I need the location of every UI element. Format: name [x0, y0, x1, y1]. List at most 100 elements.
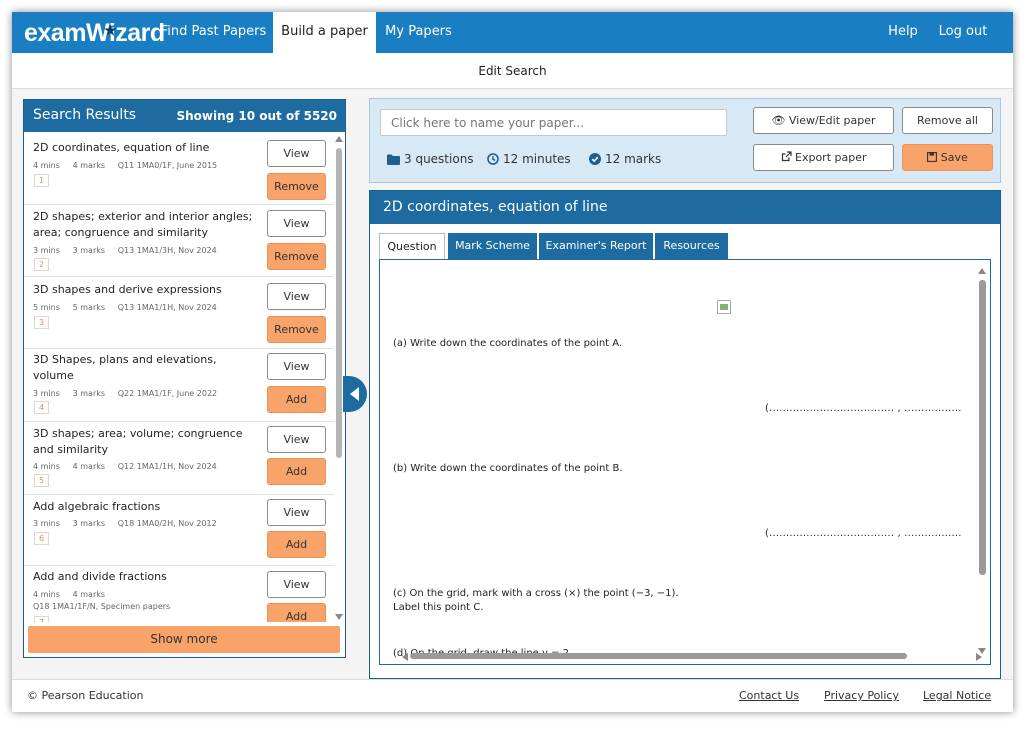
folder-icon	[387, 154, 400, 168]
question-vertical-scrollbar[interactable]	[978, 266, 987, 654]
marks-stat: 12 marks	[589, 152, 661, 168]
result-marks: 4 marks	[72, 590, 106, 599]
tab-examiners-report[interactable]: Examiner's Report	[539, 233, 653, 259]
results-list: 2D coordinates, equation of line 4 mins …	[24, 132, 334, 622]
question-panel: 2D coordinates, equation of line Questio…	[369, 190, 1001, 679]
show-more-button[interactable]: Show more	[28, 626, 340, 653]
result-marks: 3 marks	[72, 519, 106, 528]
list-item: Add algebraic fractions 3 mins 3 marks Q…	[24, 495, 334, 566]
copyright: © Pearson Education	[27, 689, 144, 702]
paper-name-input[interactable]	[380, 109, 727, 136]
list-item: 3D shapes; area; volume; congruence and …	[24, 422, 334, 495]
list-item: Add and divide fractions 4 mins 4 marks …	[24, 566, 334, 622]
scroll-right-arrow-icon[interactable]	[976, 653, 982, 661]
result-mins: 4 mins	[33, 161, 60, 170]
results-scrollbar[interactable]	[335, 134, 343, 620]
result-ref: Q13 1MA1/1H, Nov 2024	[117, 303, 217, 312]
add-button[interactable]: Add	[267, 458, 326, 485]
export-paper-button[interactable]: Export paper	[753, 144, 894, 171]
edit-search-link[interactable]: Edit Search	[12, 53, 1013, 89]
view-button[interactable]: View	[267, 426, 326, 453]
examwizard-logo[interactable]: examWizard ★	[24, 18, 165, 48]
scrollbar-thumb[interactable]	[410, 653, 907, 659]
add-button[interactable]: Add	[267, 603, 326, 622]
result-marks: 3 marks	[72, 246, 106, 255]
check-circle-icon	[589, 153, 601, 168]
result-number-badge: 4	[34, 401, 49, 414]
add-button[interactable]: Add	[267, 386, 326, 413]
tab-resources[interactable]: Resources	[655, 233, 728, 259]
view-button[interactable]: View	[267, 571, 326, 598]
nav-build-a-paper[interactable]: Build a paper	[273, 12, 376, 53]
remove-button[interactable]: Remove	[267, 243, 326, 270]
tab-mark-scheme[interactable]: Mark Scheme	[448, 233, 537, 259]
minutes-stat: 12 minutes	[487, 152, 571, 168]
nav-help[interactable]: Help	[878, 12, 928, 53]
marks-total: 12 marks	[605, 152, 662, 166]
question-content: (a) Write down the coordinates of the po…	[379, 259, 991, 665]
view-button[interactable]: View	[267, 210, 326, 237]
scrollbar-thumb[interactable]	[979, 280, 986, 575]
list-item: 2D shapes; exterior and interior angles;…	[24, 205, 334, 277]
question-title: 2D coordinates, equation of line	[370, 191, 1000, 224]
broken-image-icon	[717, 300, 731, 314]
nav-log-out[interactable]: Log out	[928, 12, 998, 53]
scroll-down-arrow-icon[interactable]	[335, 614, 343, 620]
nav-my-papers[interactable]: My Papers	[376, 12, 461, 53]
result-ref: Q18 1MA1/1F/N, Specimen papers	[33, 602, 171, 611]
app-window: examWizard ★ Find Past Papers Build a pa…	[12, 12, 1013, 712]
scroll-up-arrow-icon[interactable]	[335, 136, 343, 142]
list-item: 2D coordinates, equation of line 4 mins …	[24, 132, 334, 205]
result-meta: 3 mins 3 marks Q18 1MA0/2H, Nov 2012	[33, 519, 217, 528]
result-mins: 5 mins	[33, 303, 60, 312]
remove-all-button[interactable]: Remove all	[902, 107, 993, 134]
save-button[interactable]: Save	[902, 144, 993, 171]
question-part-c-label: Label this point C.	[393, 602, 484, 613]
view-button[interactable]: View	[267, 353, 326, 380]
result-number-badge: 1	[34, 174, 49, 187]
search-results-title: Search Results	[33, 107, 137, 123]
tab-question[interactable]: Question	[379, 233, 445, 260]
clock-icon	[487, 153, 499, 168]
question-horizontal-scrollbar[interactable]	[402, 652, 982, 661]
view-button[interactable]: View	[267, 499, 326, 526]
list-item: 3D Shapes, plans and elevations, volume …	[24, 349, 334, 422]
export-label: Export paper	[795, 151, 867, 164]
result-marks: 3 marks	[72, 389, 106, 398]
scroll-left-arrow-icon[interactable]	[402, 653, 408, 661]
footer: © Pearson Education Contact Us Privacy P…	[12, 679, 1013, 712]
scrollbar-thumb[interactable]	[336, 148, 342, 458]
result-title: Add and divide fractions	[33, 570, 167, 583]
answer-line-a: (..................................... ,…	[765, 403, 962, 414]
nav-find-past-papers[interactable]: Find Past Papers	[152, 12, 275, 53]
result-ref: Q22 1MA1/1F, June 2022	[117, 389, 218, 398]
result-meta: 4 mins 4 marks	[33, 590, 105, 599]
result-number-badge: 7	[34, 616, 49, 622]
star-icon: ★	[104, 22, 117, 38]
external-link-icon	[781, 151, 796, 164]
result-ref: Q18 1MA0/2H, Nov 2012	[117, 519, 217, 528]
result-meta: 5 mins 5 marks Q13 1MA1/1H, Nov 2024	[33, 303, 217, 312]
view-edit-paper-button[interactable]: 👁 View/Edit paper	[753, 107, 894, 134]
view-button[interactable]: View	[267, 140, 326, 167]
search-results-panel: Search Results Showing 10 out of 5520 2D…	[23, 99, 346, 658]
result-marks: 4 marks	[72, 161, 106, 170]
result-title: 3D shapes and derive expressions	[33, 283, 222, 296]
list-item: 3D shapes and derive expressions 5 mins …	[24, 277, 334, 349]
question-part-b: (b) Write down the coordinates of the po…	[393, 463, 623, 474]
remove-button[interactable]: Remove	[267, 173, 326, 200]
legal-notice-link[interactable]: Legal Notice	[923, 689, 991, 702]
result-meta: 3 mins 3 marks Q22 1MA1/1F, June 2022	[33, 389, 217, 398]
result-ref: Q13 1MA1/3H, Nov 2024	[117, 246, 217, 255]
remove-button[interactable]: Remove	[267, 316, 326, 343]
result-number-badge: 2	[34, 258, 49, 271]
privacy-policy-link[interactable]: Privacy Policy	[824, 689, 899, 702]
add-button[interactable]: Add	[267, 531, 326, 558]
scroll-up-arrow-icon[interactable]	[978, 268, 986, 274]
questions-stat: 3 questions	[387, 152, 474, 168]
result-marks: 5 marks	[72, 303, 106, 312]
result-title: 3D shapes; area; volume; congruence and …	[33, 427, 243, 456]
view-button[interactable]: View	[267, 283, 326, 310]
contact-us-link[interactable]: Contact Us	[739, 689, 799, 702]
eye-icon: 👁	[771, 114, 786, 127]
